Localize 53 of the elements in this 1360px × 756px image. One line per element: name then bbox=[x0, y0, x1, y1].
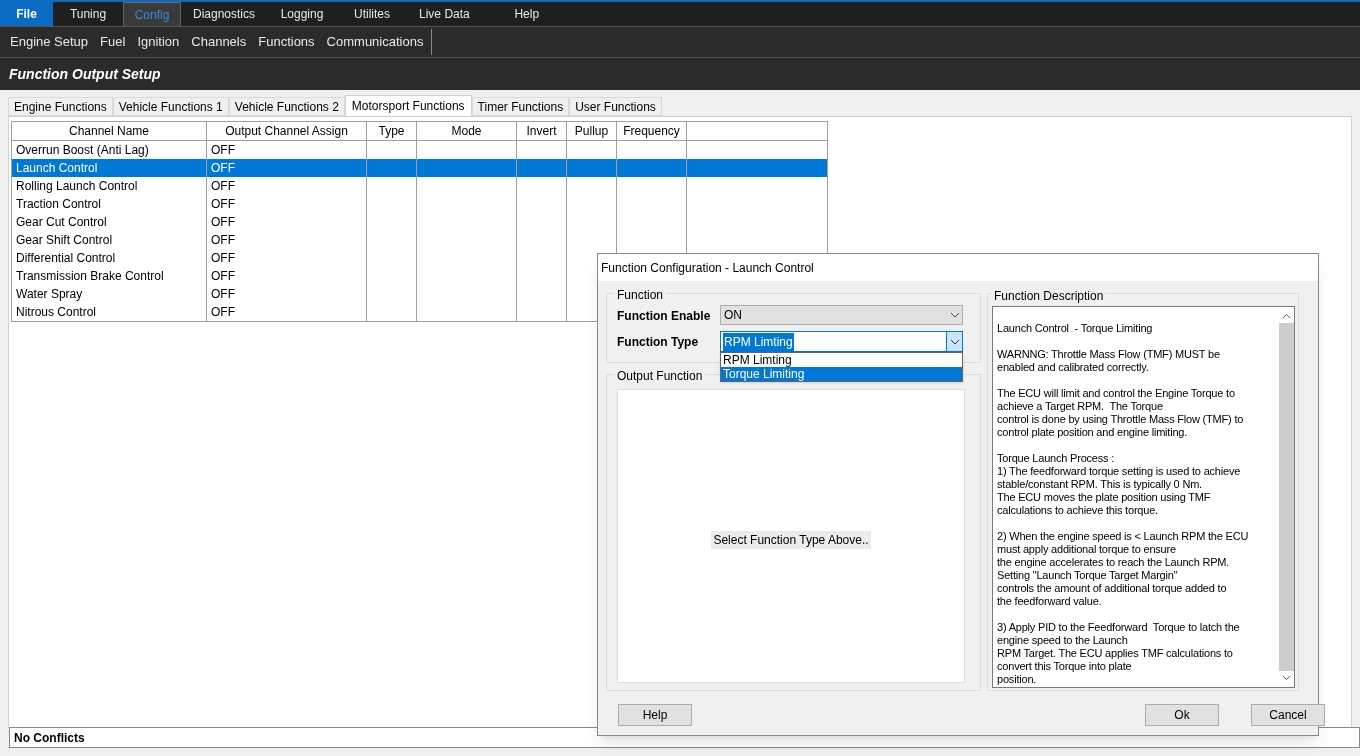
placeholder-message: Select Function Type Above.. bbox=[711, 531, 871, 549]
page-title: Function Output Setup bbox=[9, 64, 161, 84]
column-header: Pullup bbox=[566, 121, 617, 141]
enable-dropdown[interactable]: ON bbox=[720, 305, 963, 325]
toolbar-item[interactable]: Functions bbox=[252, 32, 321, 52]
menu-item[interactable]: Tuning bbox=[53, 2, 123, 26]
scroll-down-icon[interactable] bbox=[1282, 675, 1291, 681]
table-row[interactable]: Gear Shift Control OFF bbox=[11, 231, 828, 249]
menu-item[interactable]: File bbox=[0, 2, 53, 26]
tab[interactable]: Timer Functions bbox=[471, 97, 570, 116]
dropdown-option[interactable]: Torque Limiting bbox=[721, 367, 962, 381]
dropdown-toggle[interactable] bbox=[946, 332, 962, 351]
table-row[interactable]: Launch Control OFF bbox=[11, 159, 828, 177]
toolbar-item[interactable]: Ignition bbox=[131, 32, 186, 52]
tab[interactable]: User Functions bbox=[569, 97, 662, 116]
menu-item[interactable]: Live Data bbox=[407, 2, 482, 26]
table-row[interactable]: Gear Cut Control OFF bbox=[11, 213, 828, 231]
chevron-down-icon[interactable] bbox=[949, 338, 960, 345]
toolbar-item[interactable]: Channels bbox=[185, 32, 253, 52]
dialog-button[interactable]: Ok bbox=[1145, 704, 1219, 726]
table-cell: OFF bbox=[206, 303, 367, 322]
dropdown-option[interactable]: RPM Limting bbox=[721, 353, 962, 367]
toolbar-item[interactable]: Communications bbox=[320, 32, 430, 52]
table-row[interactable]: Rolling Launch Control OFF bbox=[11, 177, 828, 195]
column-header: Invert bbox=[516, 121, 567, 141]
column-header: Type bbox=[366, 121, 417, 141]
type-dropdown[interactable]: RPM Limting bbox=[720, 331, 963, 352]
chevron-down-icon[interactable] bbox=[950, 312, 960, 318]
status-text: No Conflicts bbox=[14, 729, 85, 747]
menu-item[interactable]: Logging bbox=[267, 2, 338, 26]
dropdown-value: RPM Limting bbox=[723, 332, 794, 351]
menu-item[interactable]: Help bbox=[491, 2, 562, 26]
scroll-up-icon[interactable] bbox=[1282, 313, 1291, 319]
dialog-button[interactable]: Cancel bbox=[1251, 704, 1325, 726]
column-header: Mode bbox=[416, 121, 517, 141]
dialog-button[interactable]: Help bbox=[618, 704, 692, 726]
menu-item[interactable]: Diagnostics bbox=[181, 2, 268, 26]
description-text: Launch Control - Torque Limiting WARNNG: Throttle Mass Flow (TMF) MUST be enabled and calibrated correctly. The ECU will limit and control the Engine Torque to achieve a Target RPM. The Torque control is done by using Throttle Mass Flow (TMF) to control plate position and engine limiting. Torque Launch Process : 1) The feedforward torque setting is used to achieve stable/constant RPM. This is typically 0 Nm. The ECU moves the plate position using TMF calculations to achieve this torque. 2) When the engine speed is < Launch RPM the ECU must apply additional torque to ensure the engine accelerates to reach the Launch RPM. Setting "Launch Torque Target Margin" controls the amount of additional torque added to the feedforward value. 3) Apply PID to the Feedforward Torque to latch the engine speed to the Launch RPM Target. The ECU applies TMF calculations to convert this Torque into plate position. bbox=[996, 321, 1250, 687]
tab[interactable]: Vehicle Functions 1 bbox=[112, 97, 229, 116]
field-label: Function Type bbox=[617, 334, 699, 351]
column-header: Channel Name bbox=[11, 121, 207, 141]
tab[interactable]: Engine Functions bbox=[8, 97, 113, 116]
table-row[interactable]: Traction Control OFF bbox=[11, 195, 828, 213]
column-header: Output Channel Assign bbox=[206, 121, 367, 141]
column-header: Frequency bbox=[616, 121, 687, 141]
toolbar-item[interactable]: Engine Setup bbox=[4, 32, 95, 52]
dropdown-value: ON bbox=[724, 307, 742, 324]
table-cell: Nitrous Control bbox=[11, 303, 207, 322]
tab[interactable]: Motorsport Functions bbox=[344, 95, 472, 117]
menu-item[interactable]: Utilites bbox=[337, 2, 408, 26]
field-label: Function Enable bbox=[617, 308, 711, 325]
tab[interactable]: Vehicle Functions 2 bbox=[228, 97, 345, 116]
toolbar-item[interactable]: Fuel bbox=[94, 32, 132, 52]
